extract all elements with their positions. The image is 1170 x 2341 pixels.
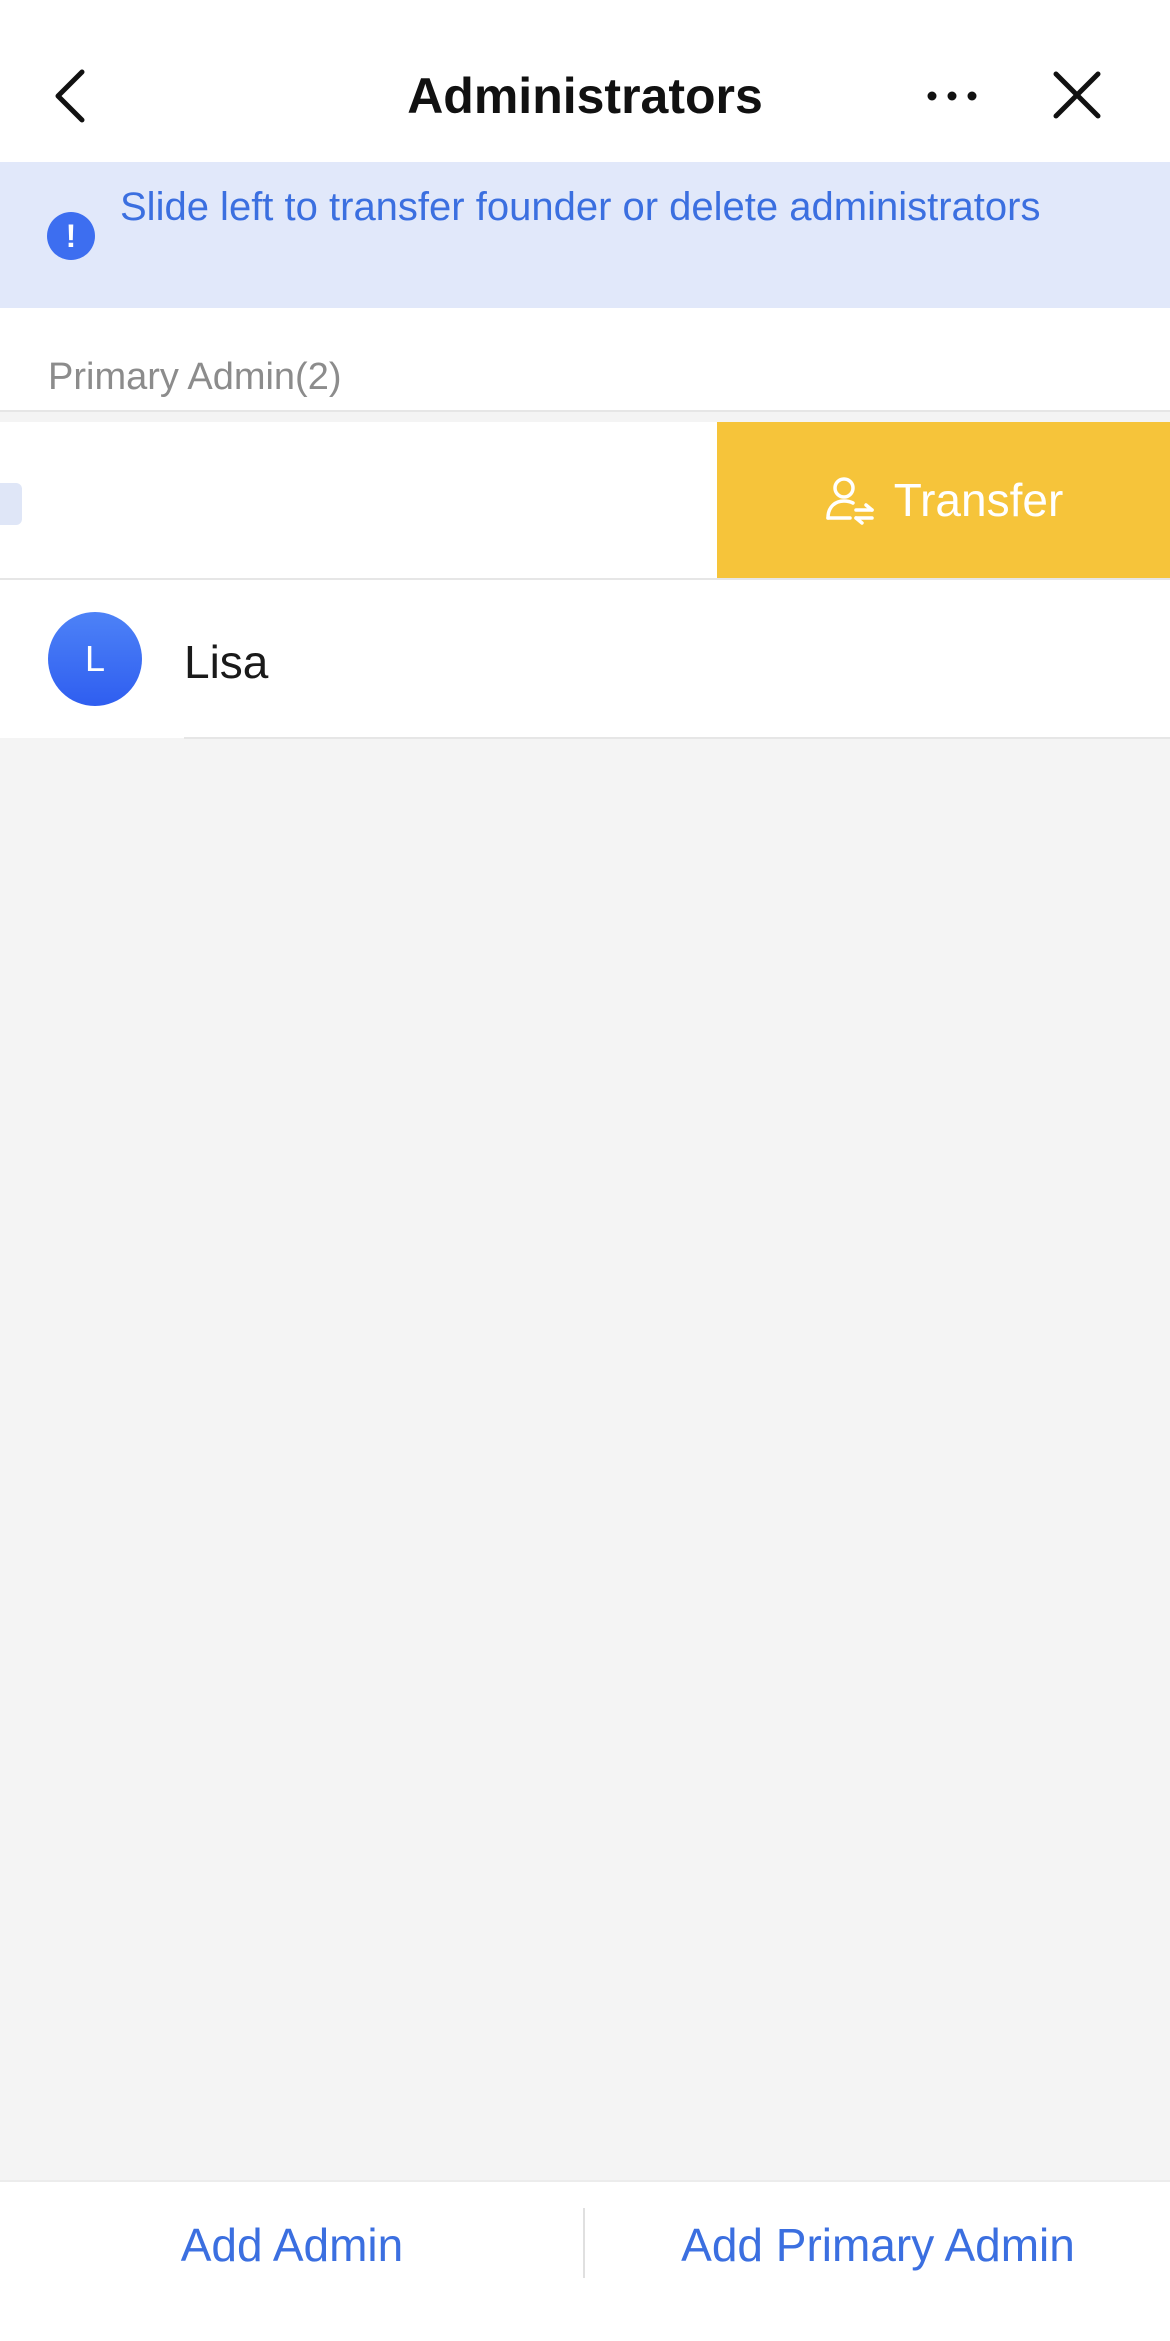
transfer-label: Transfer	[893, 474, 1064, 526]
more-button[interactable]	[922, 76, 982, 116]
add-admin-button[interactable]: Add Admin	[0, 2210, 584, 2280]
close-icon	[1053, 71, 1101, 119]
page: Administrators ! Slide left to transfer …	[0, 0, 1170, 2341]
section-label: Primary Admin(2)	[48, 356, 342, 398]
exclamation-info-icon: !	[47, 212, 95, 260]
admin-row[interactable]	[0, 580, 1170, 738]
close-button[interactable]	[1052, 70, 1102, 120]
add-primary-admin-button[interactable]: Add Primary Admin	[586, 2210, 1170, 2280]
user-transfer-icon	[825, 477, 874, 525]
button-separator	[583, 2208, 585, 2278]
page-title: Administrators	[407, 68, 763, 124]
divider	[0, 410, 1170, 412]
divider	[184, 737, 1170, 739]
more-horizontal-icon	[927, 91, 977, 101]
transfer-button[interactable]: Transfer	[717, 422, 1170, 578]
notice-text: Slide left to transfer founder or delete…	[120, 185, 1041, 229]
swiped-row-content-edge	[0, 483, 22, 525]
admin-name: Lisa	[184, 636, 269, 688]
avatar: L	[48, 612, 142, 706]
